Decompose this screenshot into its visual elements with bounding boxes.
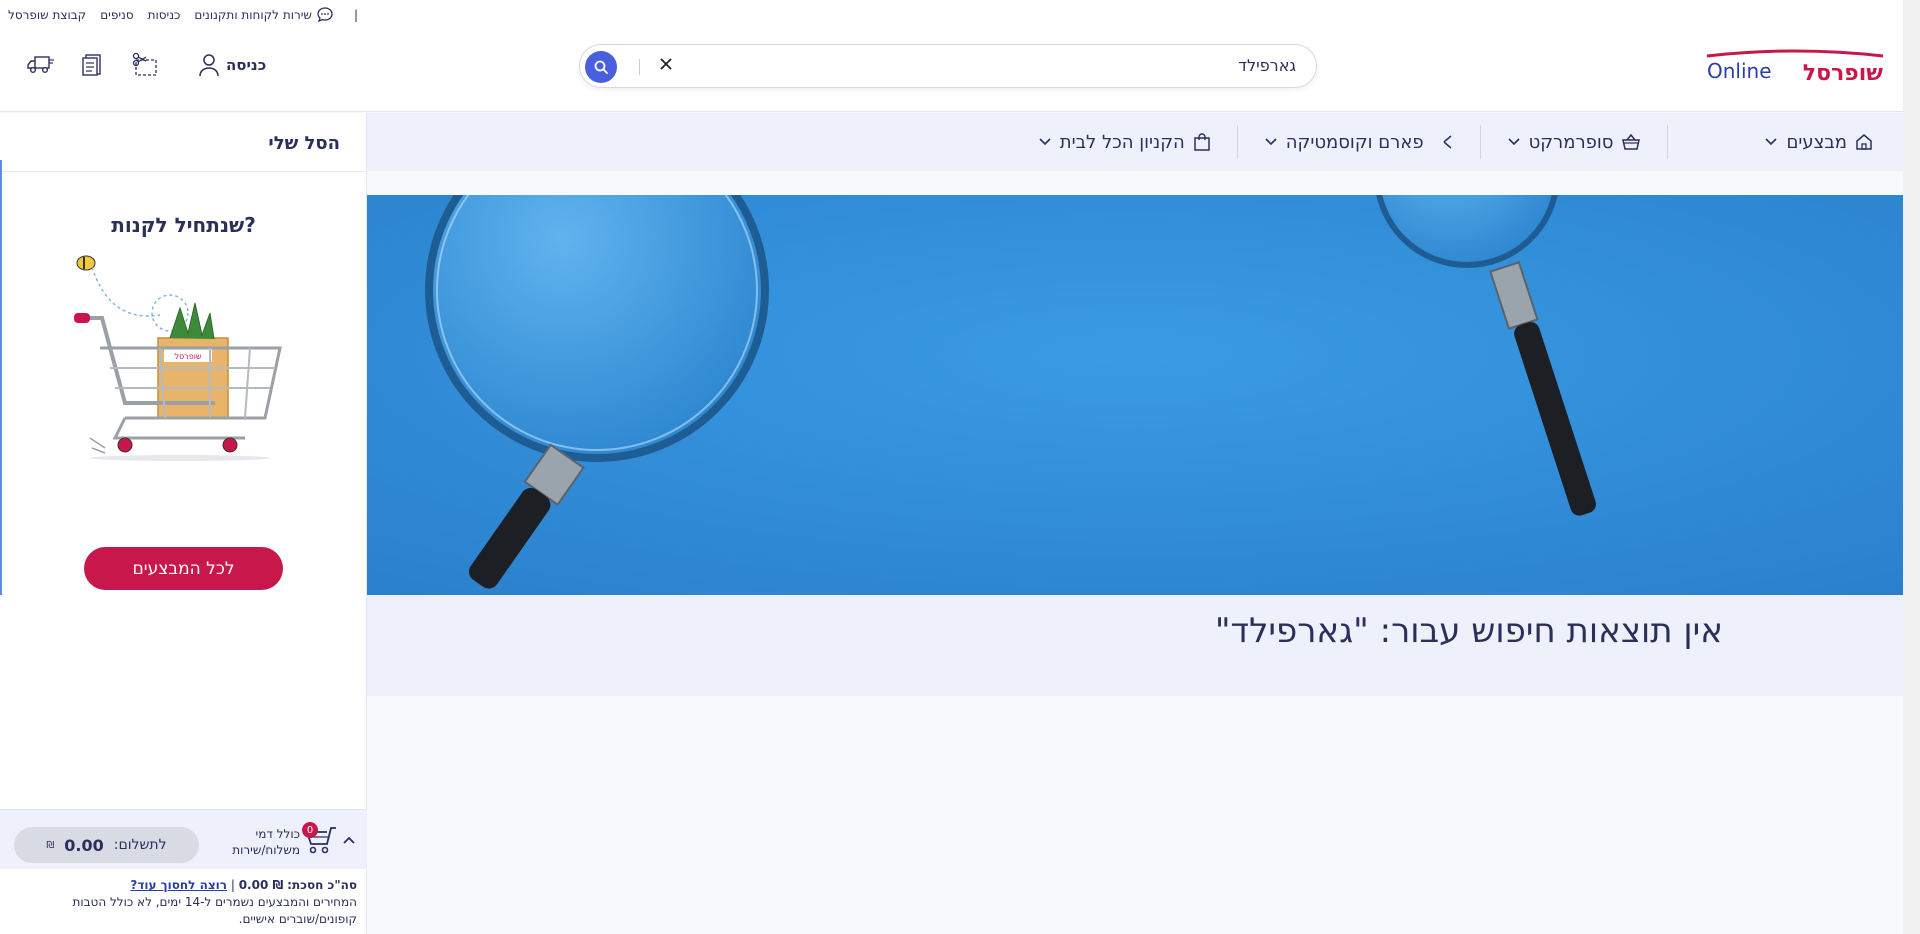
chevron-down-icon [1765,138,1778,146]
group-link[interactable]: קבוצת שופרסל [8,8,86,22]
header-icons: כניסה [26,50,266,80]
nav-item-label: סופרמרקט [1528,131,1614,153]
empty-cart-illustration: שופרסל [70,253,290,508]
scissors-coupon-icon [132,52,157,76]
clear-search-button[interactable] [659,55,673,76]
nav-item-pharm[interactable]: e פארם וקוסמטיקה [1238,125,1480,159]
savings-amount: ₪ 0.00 [238,878,284,892]
separator: | [353,8,358,22]
close-icon [660,58,672,70]
nav-item-mall[interactable]: הקניון הכל לבית [1012,125,1237,159]
chevron-down-icon [1039,138,1051,146]
chevron-down-icon [1508,138,1520,146]
category-nav: מבצעים סופרמרקט e פארם וקוסמטיקה הקניון … [367,113,1903,171]
entrances-link[interactable]: כניסות [148,8,181,22]
price-disclaimer: המחירים והמבצעים נשמרים ל-14 ימים, לא כו… [72,895,357,926]
nav-item-deals[interactable]: מבצעים [1738,125,1903,159]
shopping-bag-icon [1194,133,1210,151]
list-document-icon [82,54,101,76]
branches-link[interactable]: סניפים [100,8,133,22]
pay-label: לתשלום: [113,837,167,853]
nav-divider [1236,125,1238,159]
nav-item-label: פארם וקוסמטיקה [1285,131,1424,153]
cart-footer: לתשלום: 0.00 ₪ כולל דמי משלוח/שירות 0 [0,809,367,869]
delivery-truck-icon [27,56,54,73]
cart-title: הסל שלי [268,133,340,154]
start-shopping-title: שנתחיל לקנות? [111,213,256,237]
search-divider [639,59,640,75]
separator: | [230,878,235,892]
pharm-icon: e [1443,135,1452,149]
chevron-down-icon [1265,138,1277,146]
magnifying-glass-image [367,195,1903,595]
user-icon [199,54,219,77]
customer-service-link[interactable]: שירות לקוחות ותקנונים [194,6,334,24]
svg-text:שופרסל: שופרסל [174,352,201,361]
nav-item-label: הקניון הכל לבית [1059,131,1185,153]
login-button[interactable]: כניסה [198,53,266,77]
nav-divider [1667,125,1669,159]
delivery-button[interactable] [26,50,56,80]
basket-icon [1622,133,1641,150]
chat-icon [317,7,333,23]
search-input[interactable] [696,56,1296,75]
no-results-section: אין תוצאות חיפוש עבור: "גארפילד" [367,595,1903,696]
content-area [367,696,1903,934]
shufersal-logo[interactable]: שופרסל Online [1705,48,1885,88]
cart-button[interactable]: 0 [302,822,338,856]
search-icon [594,60,608,74]
checkout-button[interactable]: לתשלום: 0.00 ₪ [14,827,199,863]
logo-online: Online [1707,59,1772,83]
nav-item-label: מבצעים [1786,131,1847,153]
want-save-more-link[interactable]: רוצה לחסוך עוד? [130,878,227,892]
panel-edge-accent [0,160,2,595]
utility-bar: קבוצת שופרסל סניפים כניסות שירות לקוחות … [0,0,1903,30]
currency-symbol: ₪ [46,839,55,851]
search-button[interactable] [585,51,617,83]
no-results-banner [367,195,1903,595]
home-icon [1856,134,1872,150]
lists-button[interactable] [78,50,108,80]
no-results-message: אין תוצאות חיפוש עבור: "גארפילד" [1214,611,1723,651]
login-label: כניסה [226,56,267,74]
savings-label: סה"כ חסכת: [287,878,357,892]
savings-info: סה"כ חסכת: ₪ 0.00 | רוצה לחסוך עוד? המחי… [0,877,357,928]
all-deals-button[interactable]: לכל המבצעים [84,547,283,590]
scrollbar[interactable] [1903,0,1920,934]
pay-amount: 0.00 [64,835,104,855]
customer-service-label: שירות לקוחות ותקנונים [194,8,312,22]
cart-count-badge: 0 [302,822,318,838]
logo-text: שופרסל [1803,61,1884,86]
nav-item-supermarket[interactable]: סופרמרקט [1481,125,1668,159]
search-bar [579,44,1317,88]
coupons-button[interactable] [130,50,160,80]
divider [0,171,367,172]
expand-cart-button[interactable] [342,830,356,849]
utility-links: קבוצת שופרסל סניפים כניסות שירות לקוחות … [8,6,358,24]
header: שופרסל Online כניסה [0,30,1903,112]
nav-divider [1479,125,1481,159]
chevron-up-icon [343,836,355,844]
shipping-note: כולל דמי משלוח/שירות [232,827,300,857]
